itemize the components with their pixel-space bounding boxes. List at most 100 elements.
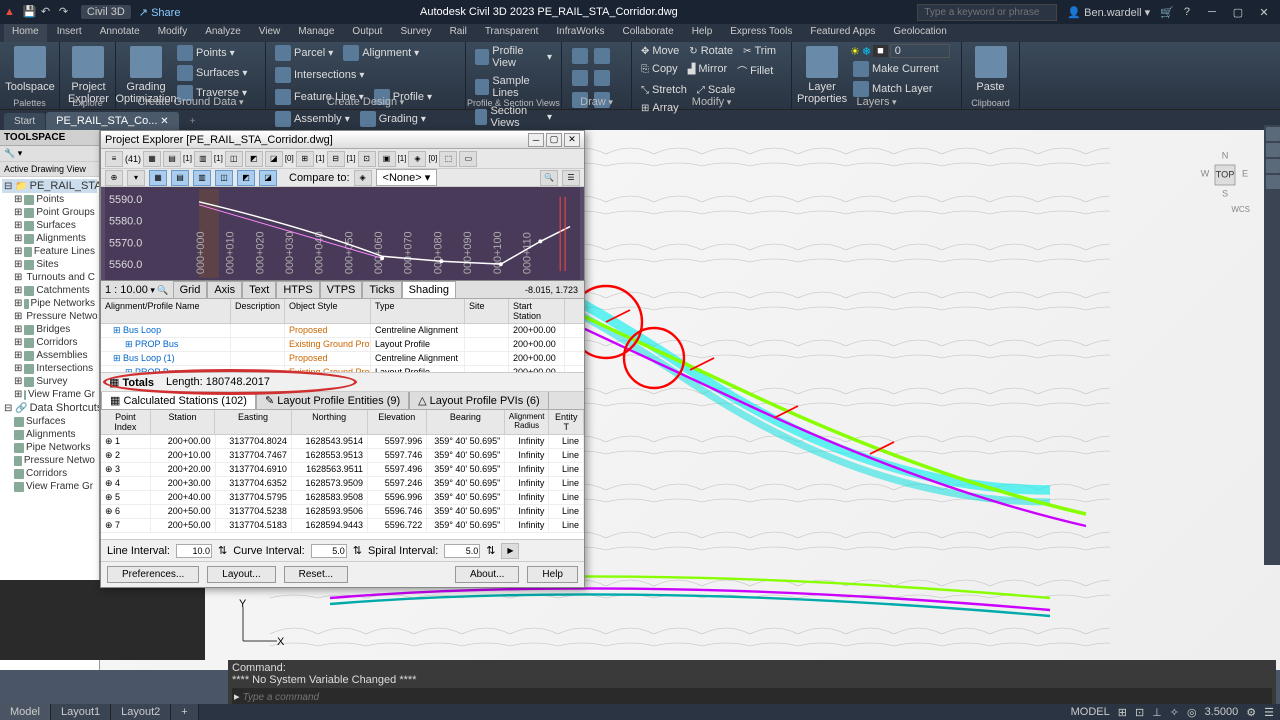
dgh-e[interactable]: Easting xyxy=(215,410,291,434)
layout-button[interactable]: Layout... xyxy=(207,566,275,583)
dg-row[interactable]: ⊕ 2200+10.003137704.74671628553.95135597… xyxy=(101,449,584,463)
pe-close-btn[interactable]: ✕ xyxy=(564,133,580,147)
dg-row[interactable]: ⊕ 4200+30.003137704.63521628573.95095597… xyxy=(101,477,584,491)
dg-row[interactable]: ⊕ 6200+50.003137704.52381628593.95065596… xyxy=(101,505,584,519)
about-button[interactable]: About... xyxy=(455,566,519,583)
pe-v6[interactable]: ◪ xyxy=(259,170,277,186)
dgh-rad[interactable]: Alignment Radius xyxy=(505,410,550,434)
save-icon[interactable]: 💾 xyxy=(23,5,37,19)
pe-tab-text[interactable]: Text xyxy=(242,281,276,299)
pe-compare-sel[interactable]: <None> ▾ xyxy=(376,169,438,186)
pe-profile-view[interactable]: 5590.05580.05570.05560.0 000+000000+0100… xyxy=(101,187,584,281)
dgh-br[interactable]: Bearing xyxy=(427,410,505,434)
alignment-btn[interactable]: Alignment ▾ xyxy=(340,44,422,62)
pe-tb-b9[interactable]: ⊡ xyxy=(358,151,376,167)
pe-tb-b1[interactable]: ▦ xyxy=(143,151,161,167)
trim-btn[interactable]: ✂ Trim xyxy=(740,44,779,58)
tree-intersections[interactable]: ⊞ Intersections xyxy=(2,362,97,375)
pe-v3[interactable]: ▥ xyxy=(193,170,211,186)
status-model[interactable]: MODEL xyxy=(1071,706,1110,718)
tab-layout1[interactable]: Layout1 xyxy=(51,704,111,720)
pe-tb-ba[interactable]: ▣ xyxy=(378,151,396,167)
pe-tb-b6[interactable]: ◪ xyxy=(265,151,283,167)
pe-opts-btn[interactable]: ☰ xyxy=(562,170,580,186)
cmd-input[interactable] xyxy=(243,692,1175,703)
dgh-n[interactable]: Northing xyxy=(292,410,368,434)
pe-tb-bd[interactable]: ▭ xyxy=(459,151,477,167)
makecurrent-btn[interactable]: Make Current xyxy=(850,60,950,78)
grading-btn[interactable]: Grading ▾ xyxy=(357,110,429,128)
tab-layout2[interactable]: Layout2 xyxy=(111,704,171,720)
tree-pipenetworks[interactable]: ⊞ Pipe Networks xyxy=(2,297,97,310)
menu-expresstools[interactable]: Express Tools xyxy=(722,24,800,42)
menu-home[interactable]: Home xyxy=(4,24,47,42)
tab-drawing[interactable]: PE_RAIL_STA_Co... ✕ xyxy=(46,112,178,130)
line-icon[interactable] xyxy=(572,48,588,64)
dgh-el[interactable]: Elevation xyxy=(368,410,427,434)
layer-selector[interactable]: ☀❄■0 xyxy=(850,44,950,58)
tree-pointgroups[interactable]: ⊞ Point Groups xyxy=(2,206,97,219)
tree-alignments[interactable]: ⊞ Alignments xyxy=(2,232,97,245)
menu-help[interactable]: Help xyxy=(684,24,721,42)
pe-tab-htps[interactable]: HTPS xyxy=(276,281,319,299)
tree-survey[interactable]: ⊞ Survey xyxy=(2,375,97,388)
gh-start[interactable]: Start Station xyxy=(509,299,565,323)
viewcube[interactable]: N E S W TOP WCS xyxy=(1200,150,1250,200)
nav-zoom-icon[interactable] xyxy=(1266,159,1280,173)
interval-apply[interactable]: ▶ xyxy=(501,543,519,559)
status-menu-icon[interactable]: ☰ xyxy=(1264,706,1274,719)
status-ortho-icon[interactable]: ⊥ xyxy=(1152,706,1162,719)
tree-viewframegr[interactable]: ⊞ View Frame Gr xyxy=(2,388,97,401)
nav-pan-icon[interactable] xyxy=(1266,143,1280,157)
dg-row[interactable]: ⊕ 5200+40.003137704.57951628583.95085596… xyxy=(101,491,584,505)
dgh-idx[interactable]: Point Index xyxy=(101,410,151,434)
mirror-btn[interactable]: ▟ Mirror xyxy=(685,62,730,76)
tree-pressurenetwo[interactable]: ⊞ Pressure Netwo xyxy=(2,310,97,323)
assembly-btn[interactable]: Assembly ▾ xyxy=(272,110,353,128)
rotate-btn[interactable]: ↻ Rotate xyxy=(686,44,736,58)
menu-output[interactable]: Output xyxy=(344,24,390,42)
tree-surfaces[interactable]: ⊞ Surfaces xyxy=(2,219,97,232)
sc-pressurenetwo[interactable]: Pressure Netwo xyxy=(2,454,97,467)
gh-obj[interactable]: Object Style xyxy=(285,299,371,323)
status-grid-icon[interactable]: ⊞ xyxy=(1118,706,1127,719)
menu-transparent[interactable]: Transparent xyxy=(477,24,547,42)
pe-fit-btn[interactable]: ⊕ xyxy=(105,170,123,186)
command-line[interactable]: Command: **** No System Variable Changed… xyxy=(228,660,1276,704)
pe-tb-b8[interactable]: ⊟ xyxy=(327,151,345,167)
dg-row[interactable]: ⊕ 7200+50.003137704.51831628594.94435596… xyxy=(101,519,584,533)
menu-featuredapps[interactable]: Featured Apps xyxy=(802,24,883,42)
tree-catchments[interactable]: ⊞ Catchments xyxy=(2,284,97,297)
pe-v2[interactable]: ▤ xyxy=(171,170,189,186)
pe-tb-bc[interactable]: ⬚ xyxy=(439,151,457,167)
pe-tab-axis[interactable]: Axis xyxy=(207,281,242,299)
active-view-selector[interactable]: Active Drawing View xyxy=(0,162,99,177)
curve-spin[interactable]: ⇅ xyxy=(353,544,362,557)
sc-pipenetworks[interactable]: Pipe Networks xyxy=(2,441,97,454)
minimize-btn[interactable]: ─ xyxy=(1200,2,1224,22)
pe-tab-grid[interactable]: Grid xyxy=(173,281,208,299)
profileview-btn[interactable]: Profile View ▾ xyxy=(472,44,555,70)
pe-tab-shading[interactable]: Shading xyxy=(402,281,456,299)
surfaces-btn[interactable]: Surfaces ▾ xyxy=(174,64,250,82)
cart-icon[interactable]: 🛒 xyxy=(1160,6,1174,19)
dg-row[interactable]: ⊕ 1200+00.003137704.80241628543.95145597… xyxy=(101,435,584,449)
gh-type[interactable]: Type xyxy=(371,299,465,323)
dgh-ent[interactable]: Entity T xyxy=(549,410,584,434)
pe-tb-b5[interactable]: ◩ xyxy=(245,151,263,167)
tree-featurelines[interactable]: ⊞ Feature Lines xyxy=(2,245,97,258)
toolspace-toolbar[interactable]: 🔧 ▾ xyxy=(0,146,99,162)
poly-icon[interactable] xyxy=(594,70,610,86)
pe-v4[interactable]: ◫ xyxy=(215,170,233,186)
tab-add[interactable]: + xyxy=(180,113,206,130)
sc-viewframegr[interactable]: View Frame Gr xyxy=(2,480,97,493)
subtab-calc[interactable]: ▦ Calculated Stations (102) xyxy=(101,391,256,410)
subtab-entities[interactable]: ✎ Layout Profile Entities (9) xyxy=(256,391,409,410)
pe-titlebar[interactable]: Project Explorer [PE_RAIL_STA_Corridor.d… xyxy=(101,131,584,149)
pe-scale[interactable]: 1 : 10.00 ▾ 🔍 xyxy=(101,282,173,298)
redo-icon[interactable]: ↷ xyxy=(59,5,73,19)
menu-survey[interactable]: Survey xyxy=(392,24,439,42)
pe-row[interactable]: ⊞ Bus LoopProposedCentreline Alignment20… xyxy=(101,324,584,338)
tree-shortcuts[interactable]: ⊟ 🔗 Data Shortcuts [D xyxy=(2,401,97,415)
pe-zoom-btn[interactable]: ▾ xyxy=(127,170,145,186)
